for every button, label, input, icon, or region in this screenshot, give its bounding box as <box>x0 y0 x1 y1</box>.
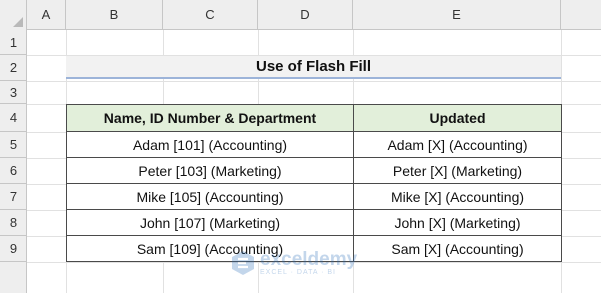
column-header-b[interactable]: B <box>66 0 163 30</box>
row-header-8[interactable]: 8 <box>0 210 27 236</box>
table-row: Sam [109] (Accounting) Sam [X] (Accounti… <box>66 235 562 262</box>
table-row: Peter [103] (Marketing) Peter [X] (Marke… <box>66 157 562 184</box>
table-header-row: Name, ID Number & Department Updated <box>66 104 562 132</box>
row-header-6[interactable]: 6 <box>0 158 27 184</box>
cell-original[interactable]: Adam [101] (Accounting) <box>66 131 354 158</box>
row-header-7[interactable]: 7 <box>0 184 27 210</box>
column-header-e[interactable]: E <box>353 0 561 30</box>
row-header-5[interactable]: 5 <box>0 132 27 158</box>
select-all-corner[interactable] <box>0 0 27 30</box>
row-header-2[interactable]: 2 <box>0 55 27 81</box>
column-header-a[interactable]: A <box>27 0 66 30</box>
header-updated[interactable]: Updated <box>353 104 562 132</box>
cell-original[interactable]: Peter [103] (Marketing) <box>66 157 354 184</box>
cell-updated[interactable]: Adam [X] (Accounting) <box>353 131 562 158</box>
cell-updated[interactable]: Sam [X] (Accounting) <box>353 235 562 262</box>
table-row: Adam [101] (Accounting) Adam [X] (Accoun… <box>66 131 562 158</box>
cell-updated[interactable]: John [X] (Marketing) <box>353 209 562 236</box>
table-row: Mike [105] (Accounting) Mike [X] (Accoun… <box>66 183 562 210</box>
cell-original[interactable]: Mike [105] (Accounting) <box>66 183 354 210</box>
cell-original[interactable]: Sam [109] (Accounting) <box>66 235 354 262</box>
cell-original[interactable]: John [107] (Marketing) <box>66 209 354 236</box>
spreadsheet: A B C D E 1 2 3 4 5 6 7 8 9 Use of Flash… <box>0 0 601 293</box>
gridline-horizontal <box>27 81 601 82</box>
column-header-c[interactable]: C <box>163 0 258 30</box>
select-all-triangle-icon <box>13 17 23 27</box>
row-header-bar: 1 2 3 4 5 6 7 8 9 <box>0 30 27 293</box>
table-row: John [107] (Marketing) John [X] (Marketi… <box>66 209 562 236</box>
header-name-id-department[interactable]: Name, ID Number & Department <box>66 104 354 132</box>
cell-updated[interactable]: Peter [X] (Marketing) <box>353 157 562 184</box>
cell-updated[interactable]: Mike [X] (Accounting) <box>353 183 562 210</box>
column-header-d[interactable]: D <box>258 0 353 30</box>
row-header-1[interactable]: 1 <box>0 30 27 55</box>
sheet-title[interactable]: Use of Flash Fill <box>66 56 561 79</box>
watermark-tagline: EXCEL · DATA · BI <box>260 269 336 276</box>
row-header-4[interactable]: 4 <box>0 104 27 132</box>
gridline-horizontal <box>27 262 601 263</box>
row-header-3[interactable]: 3 <box>0 81 27 104</box>
data-table: Name, ID Number & Department Updated Ada… <box>66 104 562 262</box>
column-header-bar: A B C D E <box>0 0 601 30</box>
row-header-9[interactable]: 9 <box>0 236 27 262</box>
